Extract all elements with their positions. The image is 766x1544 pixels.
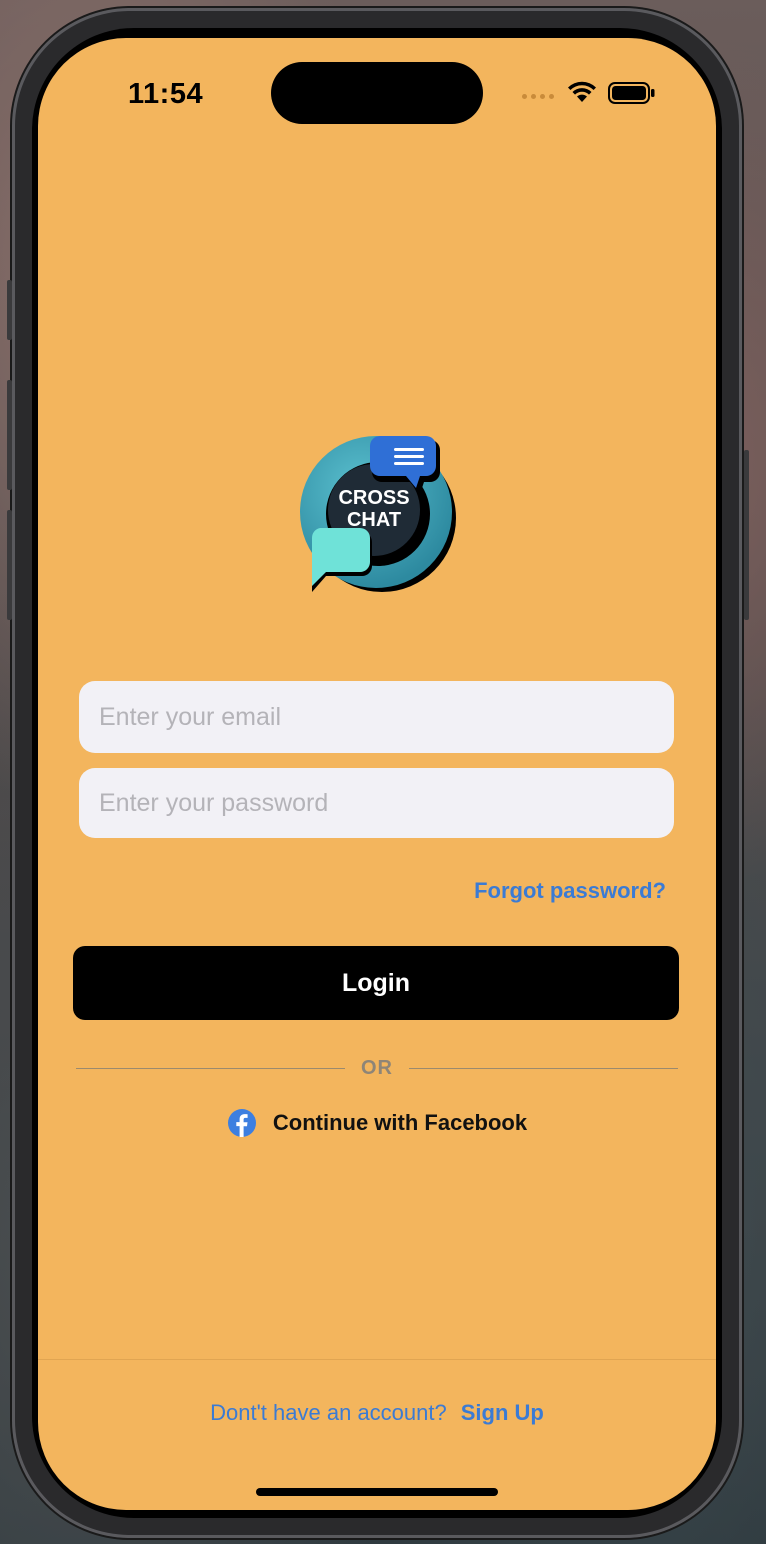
sign-up-link[interactable]: Sign Up <box>461 1400 544 1426</box>
battery-icon <box>608 82 655 104</box>
or-divider: OR <box>76 1056 678 1080</box>
power-button <box>744 450 749 620</box>
logo-text-line1: CROSS <box>338 487 409 509</box>
continue-with-facebook-button[interactable]: Continue with Facebook <box>38 1108 716 1138</box>
divider-line-right <box>409 1067 678 1069</box>
forgot-password-link[interactable]: Forgot password? <box>474 878 666 904</box>
no-account-text: Dont't have an account? <box>210 1400 447 1425</box>
login-button[interactable]: Login <box>73 946 679 1020</box>
silent-switch <box>7 280 12 340</box>
or-label: OR <box>361 1056 393 1079</box>
app-screen: 11:54 CROSS CHAT Forgo <box>38 38 716 1510</box>
password-field[interactable] <box>79 768 674 838</box>
divider-line-left <box>76 1067 345 1069</box>
status-time: 11:54 <box>128 78 204 110</box>
volume-up-button <box>7 380 12 490</box>
signup-prompt: Dont't have an account? Sign Up <box>38 1400 716 1426</box>
wifi-icon <box>568 81 596 102</box>
volume-down-button <box>7 510 12 620</box>
logo-text-line2: CHAT <box>347 509 401 531</box>
facebook-icon <box>227 1109 256 1137</box>
email-field[interactable] <box>79 681 674 753</box>
footer-divider <box>38 1359 716 1360</box>
home-indicator[interactable] <box>256 1488 498 1496</box>
dynamic-island <box>271 62 483 124</box>
cellular-signal-icon <box>522 94 554 99</box>
facebook-label: Continue with Facebook <box>272 1110 528 1135</box>
crosschat-logo: CROSS CHAT <box>300 436 456 592</box>
